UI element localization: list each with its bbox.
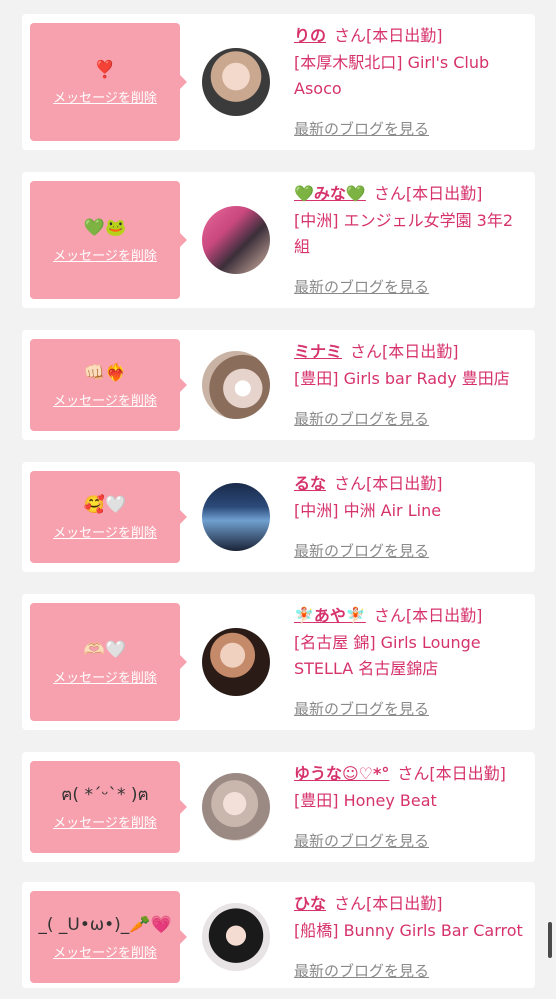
- shop-name: [本厚木駅北口] Girl's Club Asoco: [294, 53, 490, 98]
- message-card: ❣️ メッセージを削除 りの さん[本日出勤] [本厚木駅北口] Girl's C…: [22, 14, 535, 150]
- avatar[interactable]: [202, 351, 270, 419]
- message-text: 🥰🤍: [83, 494, 127, 515]
- message-text: ฅ( *ˊᵕˋ* )ฅ: [61, 784, 149, 805]
- delete-message-link[interactable]: メッセージを削除: [53, 812, 157, 831]
- honorific: さん: [334, 474, 367, 493]
- latest-blog-link[interactable]: 最新のブログを見る: [294, 540, 429, 561]
- message-bubble: 💚🐸 メッセージを削除: [30, 181, 187, 299]
- shop-name: [豊田] Girls bar Rady 豊田店: [294, 369, 510, 388]
- avatar[interactable]: [202, 48, 270, 116]
- cast-name-link[interactable]: ひな: [294, 894, 326, 913]
- message-bubble: 👊🏻❤️‍🔥 メッセージを削除: [30, 339, 187, 431]
- latest-blog-link[interactable]: 最新のブログを見る: [294, 276, 429, 297]
- cast-name-link[interactable]: るな: [294, 474, 326, 493]
- delete-message-link[interactable]: メッセージを削除: [53, 942, 157, 961]
- scrollbar[interactable]: [548, 922, 552, 958]
- honorific: さん: [334, 26, 367, 45]
- message-text: 🫶🏻🤍: [83, 639, 127, 660]
- avatar[interactable]: [202, 483, 270, 551]
- cast-name-link[interactable]: 🧚🏻あや🧚🏻: [294, 606, 366, 625]
- delete-message-link[interactable]: メッセージを削除: [53, 245, 157, 264]
- message-card: 💚🐸 メッセージを削除 💚みな💚 さん[本日出勤] [中洲] エンジェル女学園 3…: [22, 172, 535, 308]
- message-text: 👊🏻❤️‍🔥: [83, 362, 127, 383]
- message-card: 👊🏻❤️‍🔥 メッセージを削除 ミナミ さん[本日出勤] [豊田] Girls b…: [22, 330, 535, 440]
- message-bubble: 🫶🏻🤍 メッセージを削除: [30, 603, 187, 721]
- cast-name-link[interactable]: ミナミ: [294, 342, 342, 361]
- status-badge: [本日出勤]: [366, 474, 443, 493]
- status-badge: [本日出勤]: [429, 764, 506, 783]
- shop-name: [船橋] Bunny Girls Bar Carrot: [294, 921, 523, 940]
- status-badge: [本日出勤]: [366, 26, 443, 45]
- latest-blog-link[interactable]: 最新のブログを見る: [294, 960, 429, 981]
- cast-name-link[interactable]: りの: [294, 26, 326, 45]
- message-card: ฅ( *ˊᵕˋ* )ฅ メッセージを削除 ゆうな☺︎♡*° さん[本日出勤] [豊…: [22, 752, 535, 862]
- latest-blog-link[interactable]: 最新のブログを見る: [294, 118, 429, 139]
- shop-name: [豊田] Honey Beat: [294, 791, 437, 810]
- message-text: _( _U•ω•)_🥕💗: [38, 914, 172, 935]
- message-card: 🫶🏻🤍 メッセージを削除 🧚🏻あや🧚🏻 さん[本日出勤] [名古屋 錦] Girl…: [22, 594, 535, 730]
- shop-name: [中洲] エンジェル女学園 3年2組: [294, 211, 514, 256]
- latest-blog-link[interactable]: 最新のブログを見る: [294, 408, 429, 429]
- latest-blog-link[interactable]: 最新のブログを見る: [294, 830, 429, 851]
- message-bubble: ฅ( *ˊᵕˋ* )ฅ メッセージを削除: [30, 761, 187, 853]
- honorific: さん: [334, 894, 367, 913]
- status-badge: [本日出勤]: [405, 606, 483, 625]
- delete-message-link[interactable]: メッセージを削除: [53, 87, 157, 106]
- status-badge: [本日出勤]: [382, 342, 459, 361]
- status-badge: [本日出勤]: [405, 184, 483, 203]
- message-bubble: 🥰🤍 メッセージを削除: [30, 471, 187, 563]
- avatar[interactable]: [202, 206, 270, 274]
- message-bubble: _( _U•ω•)_🥕💗 メッセージを削除: [30, 891, 187, 983]
- message-text: 💚🐸: [83, 217, 127, 238]
- avatar[interactable]: [202, 773, 270, 841]
- message-bubble: ❣️ メッセージを削除: [30, 23, 187, 141]
- delete-message-link[interactable]: メッセージを削除: [53, 522, 157, 541]
- honorific: さん: [373, 606, 406, 625]
- latest-blog-link[interactable]: 最新のブログを見る: [294, 698, 429, 719]
- message-text: ❣️: [94, 59, 116, 80]
- shop-name: [中洲] 中洲 Air Line: [294, 501, 442, 520]
- avatar[interactable]: [202, 903, 270, 971]
- honorific: さん: [350, 342, 383, 361]
- honorific: さん: [397, 764, 430, 783]
- delete-message-link[interactable]: メッセージを削除: [53, 667, 157, 686]
- avatar[interactable]: [202, 628, 270, 696]
- delete-message-link[interactable]: メッセージを削除: [53, 390, 157, 409]
- cast-name-link[interactable]: ゆうな☺︎♡*°: [294, 764, 389, 783]
- message-card: _( _U•ω•)_🥕💗 メッセージを削除 ひな さん[本日出勤] [船橋] Bu…: [22, 882, 535, 988]
- message-card: 🥰🤍 メッセージを削除 るな さん[本日出勤] [中洲] 中洲 Air Line …: [22, 462, 535, 572]
- status-badge: [本日出勤]: [366, 894, 443, 913]
- shop-name: [名古屋 錦] Girls Lounge STELLA 名古屋錦店: [294, 633, 481, 678]
- cast-name-link[interactable]: 💚みな💚: [294, 184, 366, 203]
- honorific: さん: [373, 184, 406, 203]
